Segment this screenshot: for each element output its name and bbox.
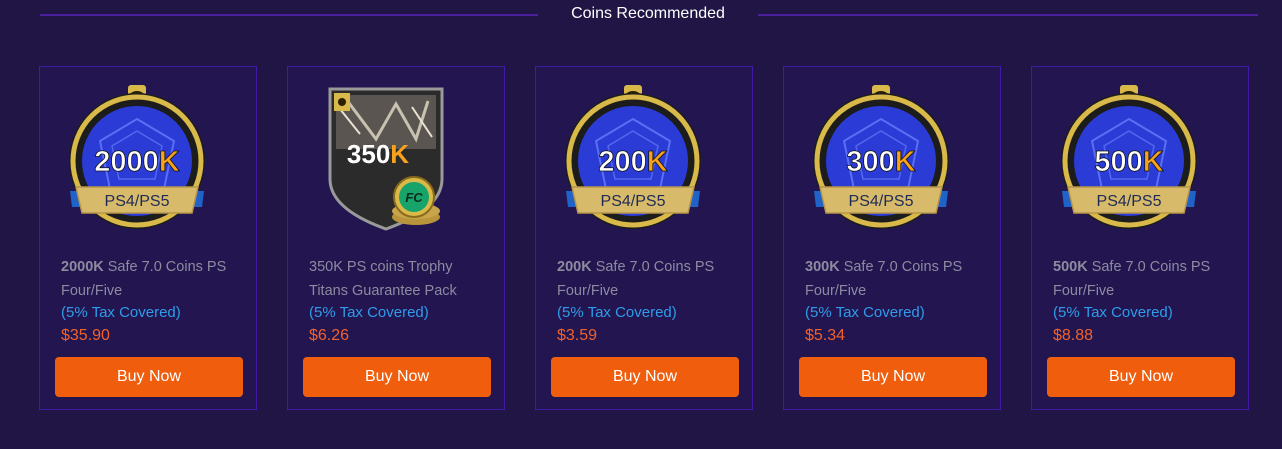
badge-number: 2000 [94,146,159,178]
pack-image[interactable]: 350K FC [316,79,478,231]
coin-badge-image[interactable]: 200K PS4/PS5 [564,79,726,231]
section-header: Coins Recommended [40,0,1258,30]
badge-suffix: K [390,139,409,169]
buy-now-button[interactable]: Buy Now [1047,357,1235,397]
product-card[interactable]: 500K PS4/PS5 500K Safe 7.0 Coins PS Four… [1031,66,1249,410]
badge-suffix: K [159,146,180,178]
product-price: $35.90 [61,327,110,344]
badge-suffix: K [895,146,916,178]
coin-badge-image[interactable]: 500K PS4/PS5 [1060,79,1222,231]
pack-amount: 350K [347,139,409,169]
badge-platform: PS4/PS5 [849,193,914,210]
badge-amount: 200K [598,146,667,178]
product-price: $6.26 [309,327,350,344]
product-amount: 300K [805,259,840,275]
tax-note: (5% Tax Covered) [1053,304,1173,321]
divider-line-right [758,14,1258,16]
buy-now-button[interactable]: Buy Now [303,357,491,397]
product-card[interactable]: 300K PS4/PS5 300K Safe 7.0 Coins PS Four… [783,66,1001,410]
product-description[interactable]: 200K Safe 7.0 Coins PS Four/Five [557,255,742,303]
product-price: $8.88 [1053,327,1094,344]
badge-platform: PS4/PS5 [105,193,170,210]
product-card[interactable]: 350K FC 350K PS coins Trophy Titans Guar… [287,66,505,410]
buy-now-button[interactable]: Buy Now [799,357,987,397]
tax-note: (5% Tax Covered) [557,304,677,321]
badge-amount: 300K [846,146,915,178]
product-description[interactable]: 350K PS coins Trophy Titans Guarantee Pa… [309,255,494,303]
badge-number: 300 [846,146,894,178]
section-title: Coins Recommended [571,5,725,22]
badge-number: 200 [598,146,646,178]
badge-amount: 2000K [94,146,180,178]
fc-coin-icon: FC [405,190,423,205]
buy-now-button[interactable]: Buy Now [551,357,739,397]
product-amount: 2000K [61,259,104,275]
product-card[interactable]: 200K PS4/PS5 200K Safe 7.0 Coins PS Four… [535,66,753,410]
badge-suffix: K [1143,146,1164,178]
badge-suffix: K [647,146,668,178]
badge-number: 350 [347,139,390,169]
product-description[interactable]: 500K Safe 7.0 Coins PS Four/Five [1053,255,1238,303]
tax-note: (5% Tax Covered) [805,304,925,321]
product-amount: 500K [1053,259,1088,275]
product-amount: 200K [557,259,592,275]
product-card[interactable]: 2000K PS4/PS5 2000K Safe 7.0 Coins PS Fo… [39,66,257,410]
badge-amount: 500K [1094,146,1163,178]
badge-platform: PS4/PS5 [1097,193,1162,210]
product-list: 2000K PS4/PS5 2000K Safe 7.0 Coins PS Fo… [39,66,1249,410]
coin-badge-image[interactable]: 2000K PS4/PS5 [68,79,230,231]
badge-number: 500 [1094,146,1142,178]
product-title: 350K PS coins Trophy Titans Guarantee Pa… [309,259,457,299]
product-description[interactable]: 2000K Safe 7.0 Coins PS Four/Five [61,255,246,303]
product-description[interactable]: 300K Safe 7.0 Coins PS Four/Five [805,255,990,303]
badge-platform: PS4/PS5 [601,193,666,210]
product-price: $3.59 [557,327,598,344]
buy-now-button[interactable]: Buy Now [55,357,243,397]
tax-note: (5% Tax Covered) [61,304,181,321]
product-price: $5.34 [805,327,846,344]
tax-note: (5% Tax Covered) [309,304,429,321]
divider-line-left [40,14,538,16]
coin-badge-image[interactable]: 300K PS4/PS5 [812,79,974,231]
